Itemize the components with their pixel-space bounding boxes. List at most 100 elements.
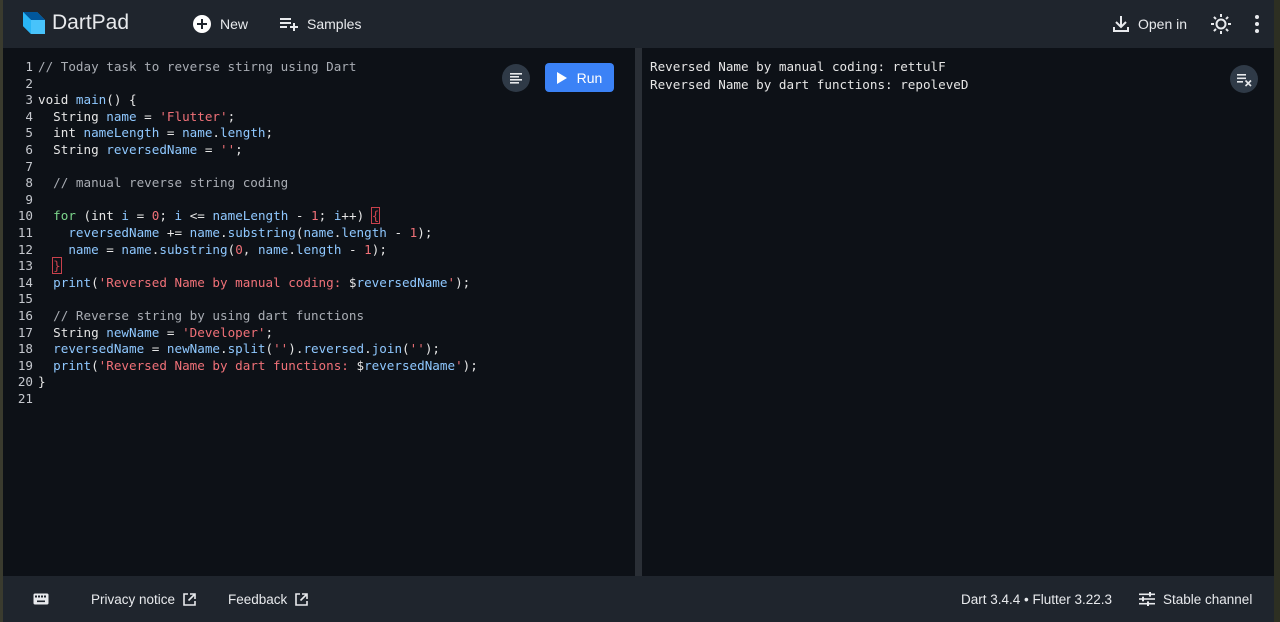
code-token: ; bbox=[318, 208, 334, 224]
code-line[interactable]: 21 bbox=[3, 391, 38, 408]
channel-selector[interactable]: Stable channel bbox=[1139, 576, 1252, 622]
code-line[interactable]: 20} bbox=[3, 374, 46, 391]
code-line[interactable]: 7 bbox=[3, 159, 38, 176]
code-text: void main() { bbox=[33, 92, 137, 109]
format-align-icon bbox=[510, 73, 522, 84]
add-circle-icon bbox=[193, 15, 211, 33]
code-token: length bbox=[295, 241, 342, 257]
clear-console-button[interactable] bbox=[1230, 65, 1258, 93]
line-number: 13 bbox=[17, 258, 33, 274]
line-number: 1 bbox=[25, 59, 33, 74]
privacy-notice-link[interactable]: Privacy notice bbox=[91, 576, 196, 622]
code-line[interactable]: 3 void main() { bbox=[3, 92, 137, 109]
channel-label: Stable channel bbox=[1163, 591, 1253, 607]
code-token: name bbox=[182, 125, 213, 141]
keyboard-shortcuts-button[interactable] bbox=[33, 576, 49, 622]
code-token: ( bbox=[91, 274, 99, 290]
open-in-button[interactable]: Open in bbox=[1112, 0, 1187, 48]
code-text: print('Reversed Name by dart functions: … bbox=[33, 358, 478, 375]
code-token: void bbox=[38, 92, 76, 108]
code-token: } bbox=[38, 374, 46, 390]
code-line[interactable]: 13 } bbox=[3, 257, 62, 275]
sun-icon bbox=[1211, 14, 1231, 34]
line-number: 4 bbox=[25, 108, 33, 124]
theme-toggle-button[interactable] bbox=[1209, 12, 1233, 36]
code-token: name bbox=[189, 225, 221, 240]
code-line[interactable]: 15 bbox=[3, 291, 38, 308]
open-in-new-icon bbox=[295, 592, 309, 606]
code-token: reversedName bbox=[356, 274, 448, 290]
code-line[interactable]: 6 String reversedName = ''; bbox=[3, 142, 242, 159]
code-token: ); bbox=[371, 241, 387, 257]
code-token: ); bbox=[417, 225, 433, 240]
line-number: 21 bbox=[17, 391, 33, 406]
code-line[interactable]: 17 String newName = 'Developer'; bbox=[3, 325, 273, 342]
code-token: $ bbox=[356, 357, 365, 373]
code-token: name bbox=[303, 225, 334, 240]
code-token: // Today task to reverse stirng using Da… bbox=[38, 59, 357, 74]
code-line[interactable]: 19 print('Reversed Name by dart function… bbox=[3, 358, 478, 375]
format-button[interactable] bbox=[502, 64, 530, 92]
more-vert-icon bbox=[1255, 15, 1259, 33]
code-token: = bbox=[129, 208, 152, 224]
code-token: length bbox=[220, 125, 266, 141]
code-token: substring bbox=[159, 241, 228, 257]
keyboard-icon bbox=[33, 593, 49, 605]
code-token: 'Reversed Name by dart functions: bbox=[98, 357, 357, 373]
code-line[interactable]: 16 // Reverse string by using dart funct… bbox=[3, 308, 364, 325]
code-token: for bbox=[38, 208, 76, 224]
samples-button[interactable]: Samples bbox=[279, 0, 361, 48]
code-token: = bbox=[144, 341, 167, 357]
code-token: nameLength bbox=[83, 125, 160, 141]
line-number: 10 bbox=[17, 208, 33, 224]
code-token: 'Flutter' bbox=[159, 108, 228, 124]
code-text: reversedName = newName.split('').reverse… bbox=[33, 341, 440, 358]
code-token: newName bbox=[106, 324, 160, 340]
open-in-label: Open in bbox=[1138, 16, 1188, 32]
line-number: 6 bbox=[25, 142, 33, 157]
code-token: ); bbox=[462, 357, 478, 373]
pane-divider[interactable] bbox=[635, 48, 642, 576]
code-line[interactable]: 9 bbox=[3, 192, 38, 209]
code-token: '' bbox=[220, 142, 236, 157]
code-line[interactable]: 1 // Today task to reverse stirng using D… bbox=[3, 59, 356, 76]
top-bar: DartPad New Samples Open in bbox=[3, 0, 1274, 48]
code-token: . bbox=[364, 341, 372, 357]
code-token: = bbox=[159, 324, 183, 340]
code-line[interactable]: 5 int nameLength = name.length; bbox=[3, 125, 273, 142]
code-token: ; bbox=[265, 125, 274, 141]
code-token: i bbox=[174, 208, 183, 224]
run-button[interactable]: Run bbox=[545, 63, 614, 92]
code-token: += bbox=[159, 225, 190, 240]
code-editor[interactable]: 1 // Today task to reverse stirng using D… bbox=[3, 48, 635, 576]
code-token: reversedName bbox=[364, 357, 456, 373]
code-text: name = name.substring(0, name.length - 1… bbox=[33, 242, 387, 259]
code-line[interactable]: 10 for (int i = 0; i <= nameLength - 1; … bbox=[3, 207, 381, 225]
more-menu-button[interactable] bbox=[1245, 12, 1269, 36]
code-token: 'Developer' bbox=[182, 324, 266, 340]
play-icon bbox=[556, 71, 567, 84]
code-token: main bbox=[75, 92, 107, 108]
code-token: 1 bbox=[364, 241, 372, 257]
code-text: } bbox=[33, 257, 62, 275]
code-token: 1 bbox=[311, 208, 319, 224]
tune-icon bbox=[1139, 592, 1155, 606]
code-text: // Today task to reverse stirng using Da… bbox=[33, 59, 356, 76]
line-number: 9 bbox=[25, 191, 33, 207]
new-button[interactable]: New bbox=[192, 0, 248, 48]
line-number: 14 bbox=[17, 274, 33, 290]
code-token: ++) bbox=[341, 208, 372, 224]
feedback-link[interactable]: Feedback bbox=[228, 576, 309, 622]
line-number: 19 bbox=[17, 357, 33, 373]
code-token: , bbox=[242, 241, 258, 257]
code-line[interactable]: 12 name = name.substring(0, name.length … bbox=[3, 242, 387, 259]
code-line[interactable]: 11 reversedName += name.substring(name.l… bbox=[3, 225, 433, 242]
code-text: // Reverse string by using dart function… bbox=[33, 308, 364, 325]
code-line[interactable]: 4 String name = 'Flutter'; bbox=[3, 109, 235, 126]
code-token: String bbox=[38, 142, 107, 157]
code-token: reversedName bbox=[38, 225, 160, 240]
code-line[interactable]: 14 print('Reversed Name by manual coding… bbox=[3, 275, 470, 292]
code-line[interactable]: 2 bbox=[3, 76, 38, 93]
code-line[interactable]: 8 // manual reverse string coding bbox=[3, 175, 288, 192]
code-line[interactable]: 18 reversedName = newName.split('').reve… bbox=[3, 341, 440, 358]
